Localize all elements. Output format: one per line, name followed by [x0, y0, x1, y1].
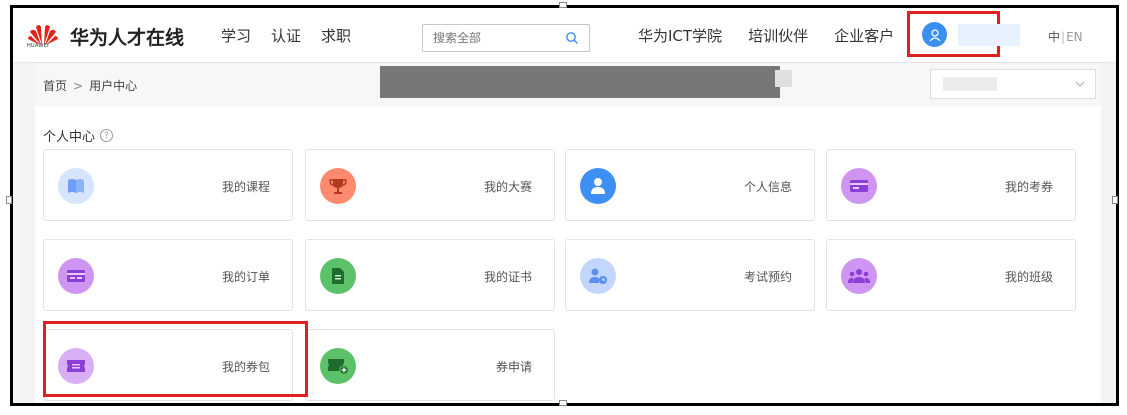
card-label: 我的考券	[1004, 180, 1053, 194]
nav-item-ict-academy[interactable]: 华为ICT学院	[638, 25, 722, 46]
search-input[interactable]	[423, 25, 558, 51]
resize-handle-top[interactable]	[559, 2, 567, 8]
resize-handle-left[interactable]	[6, 196, 12, 204]
nav-item-training-partners[interactable]: 培训伙伴	[748, 25, 808, 46]
user-icon	[580, 168, 616, 204]
card-label: 我的证书	[483, 270, 532, 284]
user-menu[interactable]	[907, 11, 1020, 57]
brand-name[interactable]: 华为人才在线	[70, 23, 184, 50]
redacted-mark	[775, 70, 792, 87]
group-icon	[841, 258, 877, 294]
top-header: HUAWEI 华为人才在线 学习 认证 求职 华为ICT学院 培训伙伴 企业客户	[13, 8, 1116, 63]
card-label: 券申请	[495, 360, 532, 374]
logo-subtext: HUAWEI	[27, 43, 49, 49]
card-my-contests[interactable]: 我的大赛	[305, 149, 555, 221]
user-avatar-icon	[929, 28, 940, 41]
book-icon	[58, 168, 94, 204]
card-exam-booking[interactable]: 考试预约	[565, 239, 815, 311]
section-title-text: 个人中心	[43, 130, 96, 145]
card-label: 个人信息	[743, 180, 792, 194]
card-my-classes[interactable]: 我的班级	[826, 239, 1076, 311]
ticket-icon	[841, 168, 877, 204]
card-personal-info[interactable]: 个人信息	[565, 149, 815, 221]
nav-item-certify[interactable]: 认证	[271, 25, 301, 46]
card-label: 我的券包	[221, 360, 270, 374]
chevron-down-icon	[1075, 81, 1085, 87]
nav-item-learn[interactable]: 学习	[221, 25, 251, 46]
breadcrumb-home[interactable]: 首页	[43, 79, 67, 93]
coupon-add-icon	[320, 348, 356, 384]
card-my-orders[interactable]: 我的订单	[43, 239, 293, 311]
breadcrumb-current: 用户中心	[89, 79, 138, 93]
help-icon[interactable]: ?	[100, 129, 114, 142]
order-card-icon	[58, 258, 94, 294]
secondary-nav: 华为ICT学院 培训伙伴 企业客户	[638, 25, 894, 46]
card-my-coupons[interactable]: 我的券包	[43, 329, 293, 401]
context-select[interactable]	[930, 69, 1096, 99]
redacted-banner	[380, 66, 780, 98]
card-my-certificates[interactable]: 我的证书	[305, 239, 555, 311]
search-box	[422, 24, 590, 52]
breadcrumb: 首页 > 用户中心	[43, 77, 137, 94]
search-icon[interactable]	[565, 31, 579, 45]
language-switch: 中|EN	[1048, 28, 1083, 45]
card-label: 我的班级	[1004, 270, 1053, 284]
personal-center-panel: 个人中心 ? 我的课程 我的大赛 个人信息 我的考券 我的订单 我的证书 考试预…	[35, 106, 1101, 403]
trophy-icon	[320, 168, 356, 204]
card-my-vouchers[interactable]: 我的考券	[826, 149, 1076, 221]
card-my-courses[interactable]: 我的课程	[43, 149, 293, 221]
resize-handle-right[interactable]	[1112, 196, 1118, 204]
app-window: HUAWEI 华为人才在线 学习 认证 求职 华为ICT学院 培训伙伴 企业客户	[10, 5, 1119, 406]
section-title: 个人中心 ?	[43, 126, 114, 145]
lang-zh[interactable]: 中	[1048, 30, 1060, 44]
lang-en[interactable]: EN	[1066, 30, 1083, 44]
lang-separator: |	[1061, 30, 1066, 44]
card-label: 考试预约	[743, 270, 792, 284]
username-redacted	[958, 24, 1020, 46]
card-label: 我的大赛	[483, 180, 532, 194]
avatar[interactable]	[922, 22, 947, 47]
card-coupon-application[interactable]: 券申请	[305, 329, 555, 401]
card-label: 我的订单	[221, 270, 270, 284]
primary-nav: 学习 认证 求职	[221, 25, 351, 46]
certificate-icon	[320, 258, 356, 294]
nav-item-jobs[interactable]: 求职	[321, 25, 351, 46]
nav-item-enterprise[interactable]: 企业客户	[834, 25, 894, 46]
select-value-redacted	[943, 77, 997, 91]
coupon-icon	[58, 348, 94, 384]
breadcrumb-separator: >	[73, 79, 84, 93]
user-clock-icon	[580, 258, 616, 294]
breadcrumb-bar: 首页 > 用户中心	[35, 63, 1101, 106]
card-label: 我的课程	[221, 180, 270, 194]
resize-handle-bottom[interactable]	[559, 400, 567, 406]
